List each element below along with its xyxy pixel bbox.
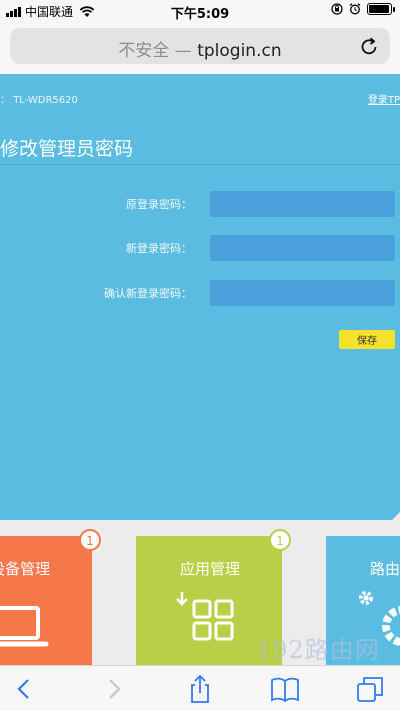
new-password-label: 新登录密码：	[126, 242, 192, 255]
model-name: TL-WDR5620	[13, 95, 78, 106]
old-password-label: 原登录密码：	[126, 198, 192, 211]
url-separator: —	[169, 41, 198, 61]
share-icon[interactable]	[185, 675, 215, 703]
old-password-field[interactable]	[210, 191, 395, 217]
apps-grid-icon	[176, 592, 234, 641]
tile-label: 路由	[370, 560, 400, 578]
router-admin-panel: ： TL-WDR5620 登录TP 修改管理员密码 原登录密码： 新登录密码： …	[0, 74, 400, 520]
confirm-password-row: 确认新登录密码：	[0, 280, 400, 306]
status-right	[331, 3, 395, 15]
rotation-lock-icon	[331, 3, 343, 15]
panel-notch	[392, 512, 400, 520]
domain-text: tplogin.cn	[197, 41, 282, 61]
alarm-icon	[349, 3, 361, 15]
watermark: 192路由网	[256, 636, 380, 664]
forward-icon[interactable]	[98, 675, 128, 703]
url-display[interactable]: 不安全 — tplogin.cn	[10, 36, 390, 61]
confirm-password-field[interactable]	[210, 280, 395, 306]
status-bar: 中国联通 下午5:09	[0, 0, 400, 22]
tile-device-management[interactable]: 设备管理	[0, 536, 92, 665]
browser-toolbar	[0, 665, 400, 711]
address-bar[interactable]: 不安全 — tplogin.cn	[10, 28, 390, 64]
page-title: 修改管理员密码	[0, 138, 134, 160]
confirm-password-label: 确认新登录密码：	[104, 287, 192, 300]
tile-label: 应用管理	[180, 560, 241, 578]
title-divider	[0, 164, 400, 165]
save-button[interactable]: 保存	[339, 330, 395, 349]
security-label: 不安全	[118, 41, 170, 61]
notification-badge: 1	[269, 529, 291, 551]
tabs-icon[interactable]	[355, 675, 385, 703]
reload-icon[interactable]	[358, 35, 380, 57]
login-tp-link[interactable]: 登录TP	[368, 91, 400, 106]
bookmarks-icon[interactable]	[270, 675, 300, 703]
battery-level	[369, 5, 389, 13]
tile-label: 设备管理	[0, 560, 51, 578]
new-password-row: 新登录密码：	[0, 235, 400, 261]
notification-badge: 1	[79, 529, 101, 551]
back-icon[interactable]	[10, 675, 40, 703]
device-model: ： TL-WDR5620	[0, 91, 78, 106]
new-password-field[interactable]	[210, 235, 395, 261]
model-prefix: ：	[0, 95, 10, 106]
laptop-icon	[0, 606, 49, 647]
battery-icon	[367, 3, 395, 15]
old-password-row: 原登录密码：	[0, 191, 400, 217]
